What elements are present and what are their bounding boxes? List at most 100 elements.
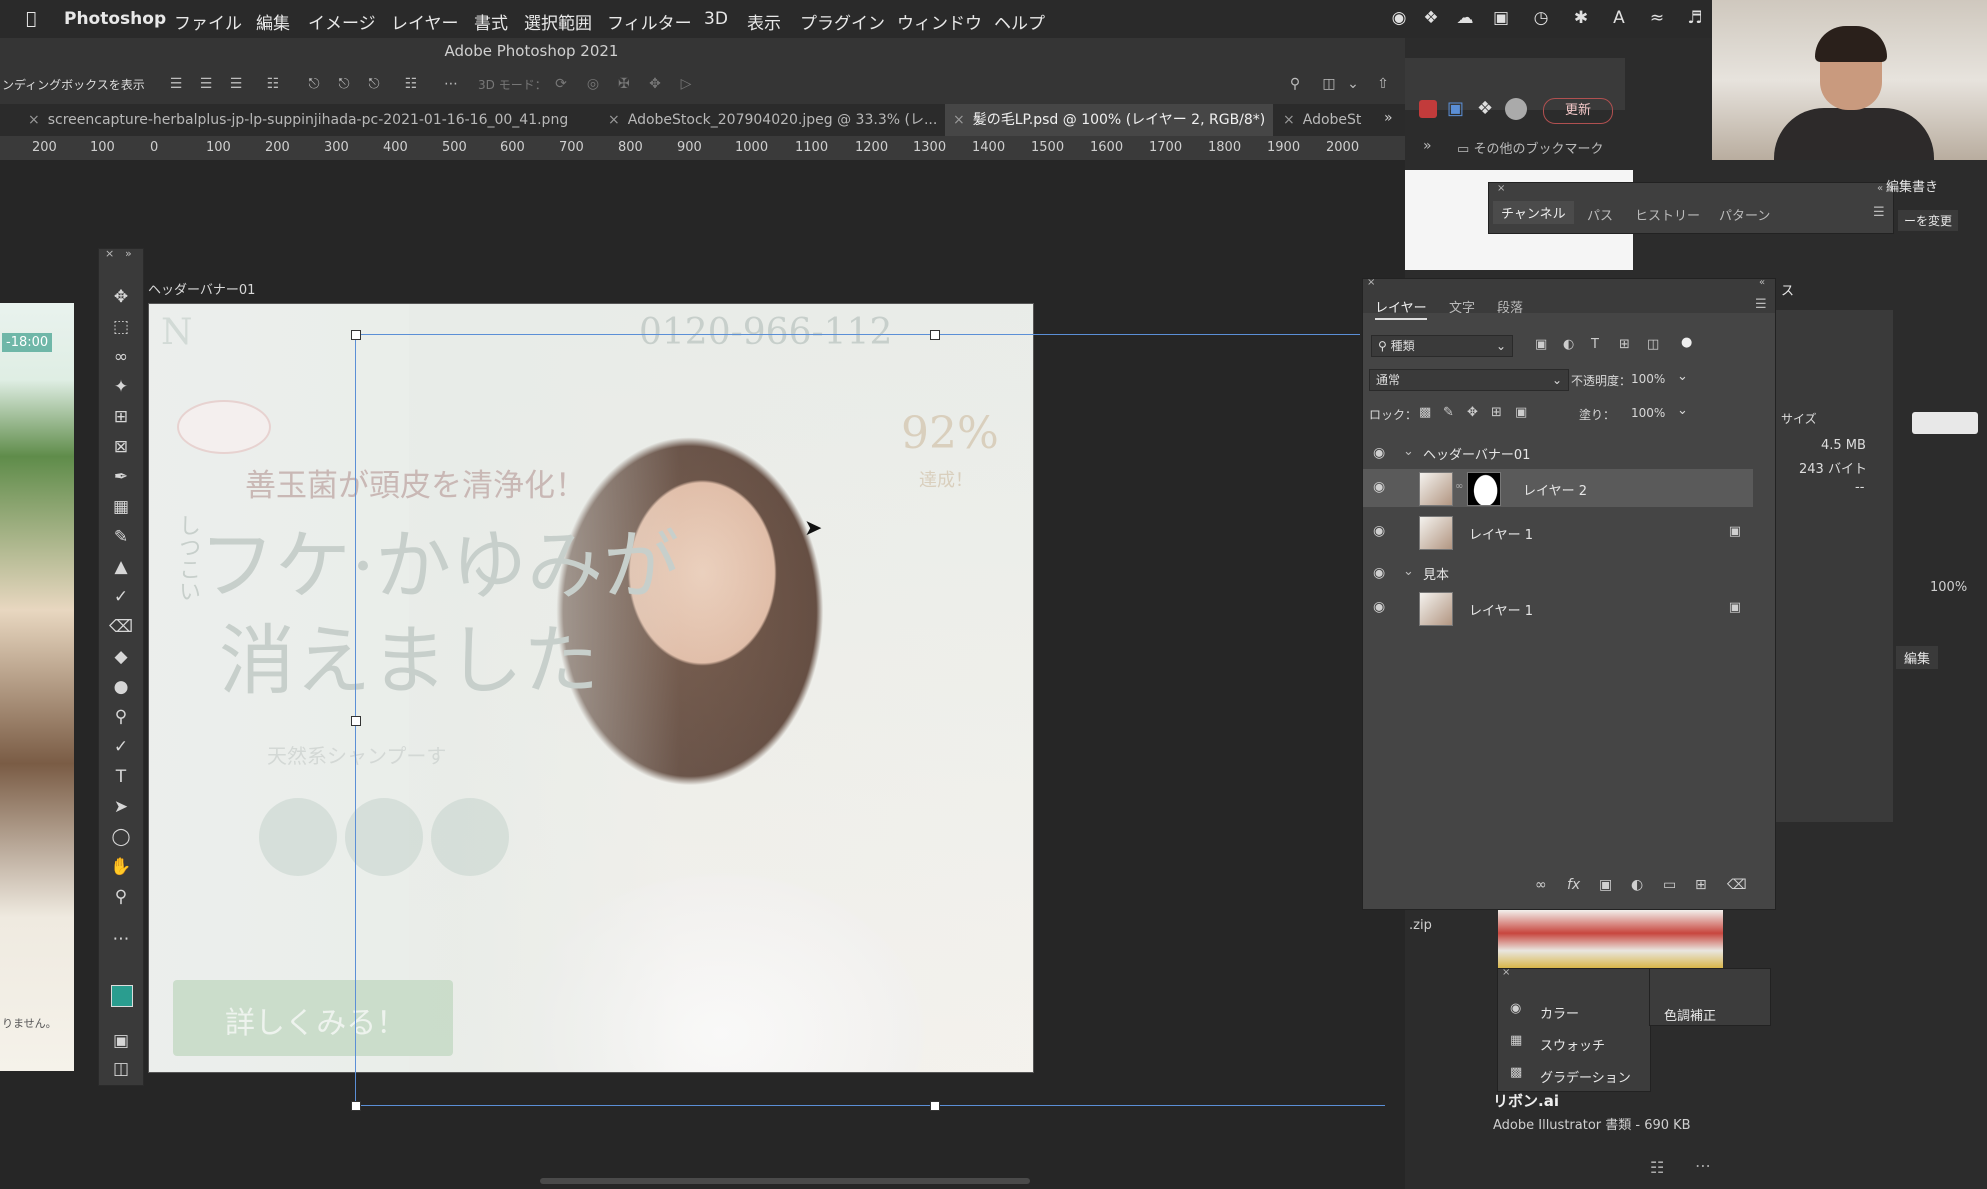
creative-cloud-icon[interactable]: ☁ (1454, 8, 1476, 30)
input-method-icon[interactable]: A (1608, 8, 1630, 30)
lock-icon[interactable]: ▣ (1729, 524, 1741, 539)
layer-filter-dropdown[interactable]: ⚲ 種類 ⌄ (1371, 335, 1513, 357)
apple-icon[interactable]:  (26, 9, 36, 29)
transform-box-bottom[interactable] (355, 1105, 1385, 1106)
menu-type[interactable]: 書式 (474, 9, 508, 34)
edit-toolbar-icon[interactable]: ⋯ (109, 927, 133, 951)
opacity-value[interactable]: 100% (1631, 372, 1665, 386)
marquee-tool-icon[interactable]: ⬚ (109, 315, 133, 339)
align-bottom-icon[interactable]: ⎋ (365, 75, 383, 93)
menu-plugins[interactable]: プラグイン (800, 9, 885, 34)
volume-icon[interactable]: ♬ (1684, 8, 1706, 30)
workspace-icon[interactable]: ◫ (1320, 75, 1338, 93)
quick-mask-icon[interactable]: ▣ (109, 1029, 133, 1053)
menu-file[interactable]: ファイル (174, 9, 242, 34)
stamp-tool-icon[interactable]: ▲ (109, 555, 133, 579)
extension-icon[interactable]: ▣ (1447, 98, 1464, 119)
close-icon[interactable]: × (608, 112, 620, 128)
time-machine-icon[interactable]: ◷ (1530, 8, 1552, 30)
dropbox-icon[interactable]: ❖ (1420, 8, 1442, 30)
filter-adjustment-icon[interactable]: ◐ (1563, 337, 1574, 352)
lock-all-icon[interactable]: ▣ (1515, 405, 1527, 420)
add-mask-icon[interactable]: ▣ (1599, 877, 1612, 893)
3d-slide-icon[interactable]: ✥ (646, 75, 664, 93)
collapse-icon[interactable]: » (125, 247, 132, 260)
align-top-icon[interactable]: ⎋ (305, 75, 323, 93)
move-tool-icon[interactable]: ✥ (109, 285, 133, 309)
layer-thumbnail[interactable] (1419, 592, 1453, 626)
change-button[interactable]: ーを変更 (1898, 210, 1959, 231)
fx-icon[interactable]: fx (1567, 877, 1580, 893)
screen-mode-icon[interactable]: ◫ (109, 1057, 133, 1081)
menu-layer[interactable]: レイヤー (391, 9, 459, 34)
horizontal-ruler[interactable]: 200 100 0 100 200 300 400 500 600 700 80… (0, 136, 1405, 161)
more-icon[interactable]: ⋯ (1695, 1156, 1711, 1175)
3d-roll-icon[interactable]: ◎ (584, 75, 602, 93)
history-brush-icon[interactable]: ✓ (109, 585, 133, 609)
align-middle-icon[interactable]: ⎋ (335, 75, 353, 93)
extension-icon[interactable] (1419, 100, 1437, 118)
tabs-overflow-icon[interactable]: » (1384, 110, 1393, 126)
visibility-eye-icon[interactable]: ◉ (1373, 565, 1385, 581)
new-group-icon[interactable]: ▭ (1663, 877, 1676, 893)
layer-group[interactable]: ◉ ⌄ 見本 (1363, 555, 1775, 589)
visibility-eye-icon[interactable]: ◉ (1373, 445, 1385, 461)
tab-adobestock-2[interactable]: × AdobeSt (1275, 104, 1383, 136)
blend-mode-dropdown[interactable]: 通常 ⌄ (1369, 369, 1569, 391)
lasso-tool-icon[interactable]: ∞ (109, 345, 133, 369)
menu-window[interactable]: ウィンドウ (897, 9, 982, 34)
close-icon[interactable]: × (1502, 967, 1510, 978)
filter-shape-icon[interactable]: ⊞ (1619, 337, 1630, 352)
crop-tool-icon[interactable]: ⊞ (109, 405, 133, 429)
search-icon[interactable]: ⚲ (1286, 75, 1304, 93)
distribute-icon[interactable]: ☷ (264, 75, 282, 93)
visibility-eye-icon[interactable]: ◉ (1373, 523, 1385, 539)
visibility-eye-icon[interactable]: ◉ (1373, 599, 1385, 615)
layer-thumbnail[interactable] (1419, 472, 1453, 506)
tab-layers[interactable]: レイヤー (1375, 297, 1427, 320)
close-icon[interactable]: × (953, 112, 965, 128)
share-icon[interactable]: ⇧ (1374, 75, 1392, 93)
lock-artboard-icon[interactable]: ⊞ (1491, 405, 1502, 420)
new-layer-icon[interactable]: ⊞ (1695, 877, 1707, 893)
fill-value[interactable]: 100% (1631, 406, 1665, 420)
library-item[interactable]: リボン.ai Adobe Illustrator 書類 - 690 KB (1487, 1090, 1747, 1133)
menu-view[interactable]: 表示 (747, 9, 781, 34)
transform-handle[interactable] (351, 1101, 361, 1111)
tab-paths[interactable]: パス (1587, 205, 1613, 224)
eraser-icon[interactable]: ⌫ (109, 615, 133, 639)
filter-toggle-icon[interactable]: ● (1681, 335, 1692, 350)
menu-image[interactable]: イメージ (308, 9, 376, 34)
link-layers-icon[interactable]: ∞ (1535, 877, 1547, 893)
filter-type-icon[interactable]: T (1591, 337, 1599, 352)
puzzle-icon[interactable]: ❖ (1477, 98, 1493, 119)
tab-history[interactable]: ヒストリー (1635, 205, 1700, 224)
chevron-down-icon[interactable]: ⌄ (1677, 403, 1688, 418)
bookmarks-overflow-icon[interactable]: » (1423, 138, 1432, 154)
lock-transparent-icon[interactable]: ▩ (1419, 405, 1431, 420)
layer-mask-thumbnail[interactable] (1467, 472, 1501, 506)
edit-button[interactable]: 編集 (1896, 646, 1939, 669)
close-icon[interactable]: × (1283, 112, 1295, 128)
more-options-icon[interactable]: ⋯ (442, 75, 460, 93)
tab-paragraph[interactable]: 段落 (1497, 297, 1523, 316)
menu-edit[interactable]: 編集 (256, 9, 290, 34)
artboard-name[interactable]: ヘッダーバナー01 (148, 279, 255, 298)
dodge-tool-icon[interactable]: ⚲ (109, 705, 133, 729)
magic-wand-icon[interactable]: ✦ (109, 375, 133, 399)
align-left-icon[interactable]: ☰ (167, 75, 185, 93)
collapse-icon[interactable]: « (1877, 183, 1883, 194)
trash-icon[interactable]: ⌫ (1727, 877, 1747, 893)
chevron-down-icon[interactable]: ⌄ (1403, 444, 1414, 459)
menu-color[interactable]: カラー (1540, 1003, 1579, 1022)
tab-hair-lp[interactable]: × 髪の毛LP.psd @ 100% (レイヤー 2, RGB/8*) (945, 104, 1273, 136)
adjacent-artboard[interactable]: -18:00 りません。 (0, 303, 74, 1071)
healing-brush-icon[interactable]: ▦ (109, 495, 133, 519)
layer-group[interactable]: ◉ ⌄ ヘッダーバナー01 (1363, 435, 1775, 469)
menu-swatches[interactable]: スウォッチ (1540, 1035, 1605, 1054)
close-icon[interactable]: × (28, 112, 40, 128)
menu-gradient[interactable]: グラデーション (1540, 1067, 1631, 1086)
close-icon[interactable]: × (105, 247, 114, 260)
transform-handle[interactable] (351, 716, 361, 726)
layer-row[interactable]: ◉ レイヤー 1 ▣ (1363, 589, 1775, 627)
